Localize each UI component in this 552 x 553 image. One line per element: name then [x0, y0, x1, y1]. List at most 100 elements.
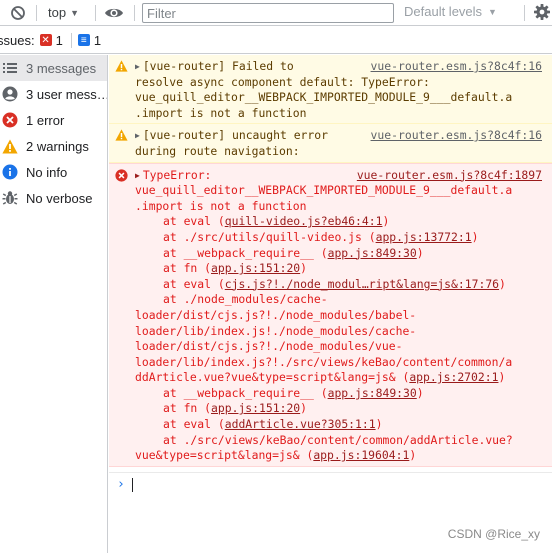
- message-line: .import is not a function: [135, 105, 307, 120]
- stack-frame-text: at eval (: [163, 214, 225, 229]
- warning-icon: [115, 129, 128, 142]
- message-line: during route navigation:: [135, 143, 300, 158]
- expand-triangle-icon[interactable]: ▶: [135, 171, 140, 180]
- stack-frame-link[interactable]: app.js:13772:1: [376, 230, 472, 244]
- message-line: vue_quill_editor__WEBPACK_IMPORTED_MODUL…: [135, 90, 513, 105]
- issues-bar: ssues: ✕ 1 ≡ 1: [0, 27, 552, 54]
- stack-frame: at eval (addArticle.vue?305:1:1): [135, 417, 544, 433]
- stack-frame-text: ): [471, 229, 479, 244]
- stack-frame-text: at eval (: [163, 417, 225, 432]
- sidebar-item-messages[interactable]: 3 messages: [0, 55, 107, 81]
- sidebar-item-label: 1 error: [26, 112, 65, 128]
- stack-frame-text: loader/dist/cjs.js?!./node_modules/babel…: [135, 307, 417, 322]
- message-line: vue_quill_editor__WEBPACK_IMPORTED_MODUL…: [135, 183, 513, 198]
- sidebar-item-label: 2 warnings: [26, 138, 89, 154]
- source-link[interactable]: vue-router.esm.js?8c4f:16: [371, 59, 542, 75]
- stack-frame-link[interactable]: app.js:849:30: [328, 246, 417, 260]
- sidebar-item-verbose[interactable]: No verbose: [0, 185, 107, 211]
- stack-frame-link[interactable]: addArticle.vue?305:1:1: [225, 417, 376, 431]
- stack-frame-text: at fn (: [163, 401, 212, 416]
- info-icon: [2, 164, 18, 180]
- stack-frame-link[interactable]: app.js:849:30: [328, 386, 417, 400]
- issues-info-count: 1: [93, 32, 102, 48]
- stack-frame: loader/dist/cjs.js?!./node_modules/vue-: [135, 339, 544, 355]
- stack-frame-text: vue&type=script&lang=js& (: [135, 448, 314, 463]
- sidebar-item-label: No info: [26, 164, 68, 180]
- stack-frame-text: ): [499, 276, 506, 291]
- stack-frame-link[interactable]: quill-video.js?eb46:4:1: [225, 214, 383, 228]
- console-sidebar: 3 messages 3 user mess… 1 error 2 warnin…: [0, 55, 108, 553]
- toolbar-divider: [36, 5, 37, 21]
- stack-frame-text: at ./node_modules/cache-: [163, 292, 328, 307]
- stack-frame-text: ): [416, 245, 424, 260]
- sidebar-item-errors[interactable]: 1 error: [0, 107, 107, 133]
- stack-frame: at __webpack_require__ (app.js:849:30): [135, 386, 544, 402]
- sidebar-item-label: No verbose: [26, 190, 93, 206]
- stack-frame-link[interactable]: app.js:151:20: [211, 261, 300, 275]
- stack-frame: at eval (quill-video.js?eb46:4:1): [135, 214, 544, 230]
- context-label: top: [48, 5, 67, 20]
- stack-frame: loader/dist/cjs.js?!./node_modules/babel…: [135, 308, 544, 324]
- issues-error-badge[interactable]: ✕ 1: [39, 32, 63, 48]
- stack-frame-text: at ./src/utils/quill-video.js (: [163, 229, 376, 244]
- context-selector[interactable]: top ▼: [48, 5, 79, 20]
- stack-frame-text: loader/lib/index.js!./node_modules/cache…: [135, 323, 417, 338]
- stack-frame-text: loader/dist/cjs.js?!./node_modules/vue-: [135, 339, 403, 354]
- stack-frame-text: ): [409, 448, 417, 463]
- issues-error-count: 1: [55, 32, 63, 48]
- stack-frame-text: ): [300, 261, 308, 276]
- console-warning-message[interactable]: vue-router.esm.js?8c4f:16 ▶ [vue-router] …: [109, 55, 552, 125]
- source-link[interactable]: vue-router.esm.js?8c4f:16: [371, 128, 542, 144]
- message-icon: ≡: [77, 34, 90, 46]
- chevron-down-icon: ▼: [488, 6, 497, 17]
- sidebar-item-label: 3 user mess…: [26, 86, 107, 102]
- stack-frame: at fn (app.js:151:20): [135, 261, 544, 277]
- stack-trace: at eval (quill-video.js?eb46:4:1) at ./sr…: [135, 214, 544, 464]
- sidebar-item-info[interactable]: No info: [0, 159, 107, 185]
- stack-frame-link[interactable]: app.js:2702:1: [409, 370, 498, 384]
- stack-frame-link[interactable]: cjs.js?!./node_modul…ript&lang=js&:17:76: [225, 277, 499, 291]
- stack-frame-text: ): [498, 370, 506, 385]
- sidebar-item-warnings[interactable]: 2 warnings: [0, 133, 107, 159]
- message-line: resolve async component default: TypeErr…: [135, 74, 430, 89]
- filter-placeholder: Filter: [147, 5, 176, 21]
- expand-triangle-icon[interactable]: ▶: [135, 62, 140, 71]
- source-link[interactable]: vue-router.esm.js?8c4f:1897: [357, 168, 542, 184]
- error-square-icon: ✕: [39, 34, 52, 46]
- stack-frame: at ./src/views/keBao/content/common/addA…: [135, 433, 544, 449]
- message-line: .import is not a function: [135, 198, 307, 213]
- filter-input[interactable]: Filter: [142, 3, 394, 23]
- console-error-message[interactable]: vue-router.esm.js?8c4f:1897 ▶ TypeError: …: [109, 162, 552, 467]
- warning-icon: [2, 138, 18, 154]
- expand-triangle-icon[interactable]: ▶: [135, 131, 140, 140]
- chevron-down-icon: ▼: [70, 7, 79, 18]
- console-toolbar: top ▼ Filter Default levels ▼: [0, 0, 552, 26]
- console-prompt[interactable]: ›: [109, 472, 552, 496]
- stack-frame: at ./src/utils/quill-video.js (app.js:13…: [135, 230, 544, 246]
- gear-icon[interactable]: [533, 3, 551, 21]
- toolbar-divider: [524, 5, 525, 21]
- stack-frame-text: at ./src/views/keBao/content/common/addA…: [163, 432, 513, 447]
- issues-info-badge[interactable]: ≡ 1: [70, 32, 102, 48]
- stack-frame-link[interactable]: app.js:151:20: [211, 401, 300, 415]
- stack-frame-text: at __webpack_require__ (: [163, 385, 328, 400]
- list-icon: [2, 60, 18, 76]
- stack-frame-link[interactable]: app.js:19604:1: [313, 448, 409, 462]
- levels-label: Default levels: [404, 4, 483, 19]
- issues-label: ssues:: [0, 32, 35, 48]
- clear-console-icon[interactable]: [10, 5, 26, 21]
- sidebar-item-label: 3 messages: [26, 60, 97, 76]
- stack-frame-text: ): [300, 401, 308, 416]
- eye-icon[interactable]: [104, 4, 124, 22]
- stack-frame: vue&type=script&lang=js& (app.js:19604:1…: [135, 448, 544, 464]
- prompt-chevron-icon: ›: [117, 477, 125, 492]
- sidebar-item-user-messages[interactable]: 3 user mess…: [0, 81, 107, 107]
- bug-icon: [2, 190, 18, 206]
- console-warning-message[interactable]: vue-router.esm.js?8c4f:16 ▶ [vue-router] …: [109, 124, 552, 163]
- error-icon: [2, 112, 18, 128]
- stack-frame: ddArticle.vue?vue&type=script&lang=js& (…: [135, 370, 544, 386]
- stack-frame-text: ): [375, 417, 383, 432]
- log-levels-dropdown[interactable]: Default levels ▼: [404, 4, 497, 19]
- error-icon: [115, 168, 128, 182]
- message-text: [vue-router] Failed to: [142, 59, 294, 73]
